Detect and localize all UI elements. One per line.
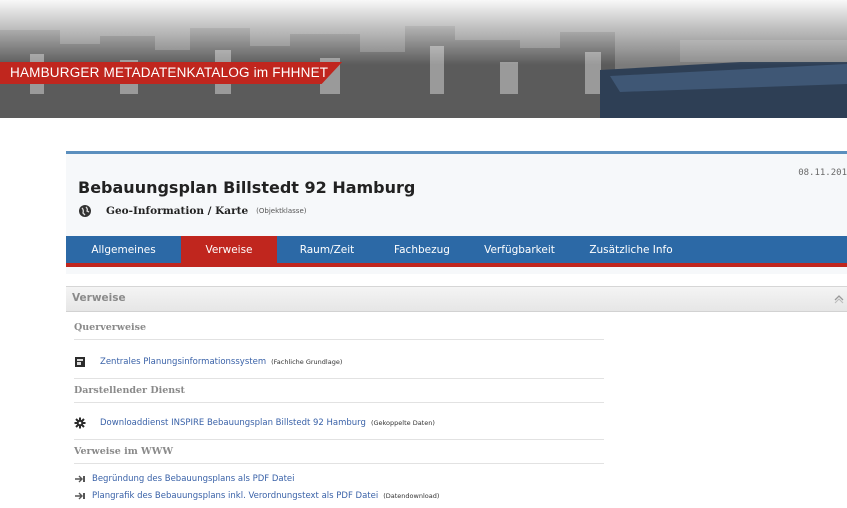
references-list: Querverweise Zentrales Planungsinformati… (74, 322, 604, 503)
external-link-icon (75, 492, 85, 500)
list-item: Begründung des Bebauungsplans als PDF Da… (74, 472, 604, 486)
tab-verweise[interactable]: Verweise (181, 236, 277, 263)
chevron-up-icon[interactable] (833, 292, 845, 304)
list-item: Plangrafik des Bebauungsplans inkl. Vero… (74, 489, 604, 503)
section-title: Verweise (72, 292, 126, 304)
reference-tag: (Gekoppelte Daten) (370, 419, 435, 427)
tab-zusaetzliche-info[interactable]: Zusätzliche Info (572, 236, 690, 263)
group-title-darstellender-dienst: Darstellender Dienst (74, 378, 604, 403)
globe-icon (79, 205, 91, 217)
object-class-label: Geo-Information / Karte (106, 205, 249, 217)
reference-tag: (Datendownload) (383, 492, 440, 500)
group-title-verweise-im-www: Verweise im WWW (74, 439, 604, 464)
gear-icon (74, 417, 86, 429)
page-title: Bebauungsplan Billstedt 92 Hamburg (78, 178, 416, 197)
tab-bar: Allgemeines Verweise Raum/Zeit Fachbezug… (66, 236, 847, 267)
list-item: Zentrales Planungsinformationssystem (Fa… (74, 350, 604, 374)
section-header-verweise[interactable]: Verweise (66, 286, 847, 312)
tab-raum-zeit[interactable]: Raum/Zeit (277, 236, 377, 263)
site-title[interactable]: HAMBURGER METADATENKATALOG im FHHNET (0, 62, 343, 84)
link-plangrafik-pdf[interactable]: Plangrafik des Bebauungsplans inkl. Vero… (92, 491, 378, 501)
map-document-icon (75, 357, 85, 367)
list-item: Downloaddienst INSPIRE Bebauungsplan Bil… (74, 411, 604, 435)
tab-verfuegbarkeit[interactable]: Verfügbarkeit (467, 236, 572, 263)
group-title-querverweise: Querverweise (74, 322, 604, 340)
record-date: 08.11.201 (798, 168, 847, 178)
link-downloaddienst-inspire[interactable]: Downloaddienst INSPIRE Bebauungsplan Bil… (100, 418, 366, 428)
object-class-note: (Objektklasse) (256, 207, 307, 215)
header-banner: HAMBURGER METADATENKATALOG im FHHNET (0, 0, 847, 118)
external-link-icon (75, 475, 85, 483)
reference-tag: (Fachliche Grundlage) (271, 358, 343, 366)
tab-fachbezug[interactable]: Fachbezug (377, 236, 467, 263)
tab-allgemeines[interactable]: Allgemeines (66, 236, 181, 263)
object-class: Geo-Information / Karte (Objektklasse) (78, 204, 307, 218)
link-zentrales-planungsinformationssystem[interactable]: Zentrales Planungsinformationssystem (100, 357, 266, 367)
link-begruendung-pdf[interactable]: Begründung des Bebauungsplans als PDF Da… (92, 474, 295, 484)
